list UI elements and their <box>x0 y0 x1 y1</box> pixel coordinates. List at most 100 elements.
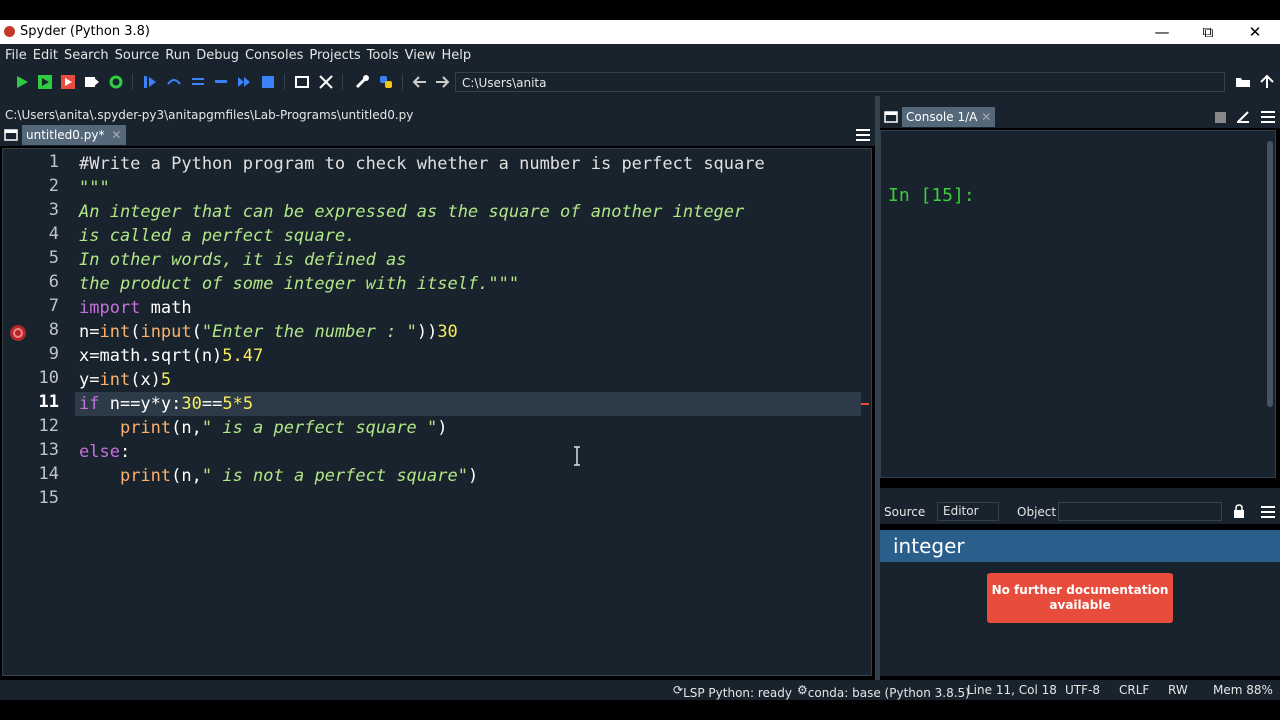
close-icon[interactable]: ✕ <box>1240 22 1270 42</box>
line-number-gutter: 1 2 3 4 5 6 7 8 9 10 11 12 13 14 15 <box>3 149 75 675</box>
console-prompt: In [15]: <box>888 185 975 206</box>
debug-icon[interactable] <box>142 74 158 90</box>
line-number: 7 <box>48 296 59 316</box>
stop-kernel-icon[interactable] <box>1215 112 1226 123</box>
step-into-icon[interactable] <box>190 74 206 90</box>
line-number: 6 <box>48 272 59 292</box>
no-documentation-notice: No further documentation available <box>987 573 1173 623</box>
source-select[interactable]: Editor <box>937 502 999 521</box>
cursor-position: Line 11, Col 18 <box>967 683 1057 697</box>
browse-folder-icon[interactable] <box>1235 74 1251 90</box>
encoding-status: UTF-8 <box>1065 683 1100 697</box>
line-number: 4 <box>48 224 59 244</box>
rerun-icon[interactable] <box>108 74 124 90</box>
line-number: 2 <box>48 176 59 196</box>
browse-tabs-icon[interactable] <box>884 110 898 124</box>
editor-tab-bar: untitled0.py* ✕ <box>0 124 875 146</box>
run-cell-icon[interactable] <box>37 74 53 90</box>
menu-edit[interactable]: Edit <box>30 44 61 68</box>
line-number: 14 <box>38 464 59 484</box>
conda-status: ⚙ conda: base (Python 3.8.5) <box>797 683 970 700</box>
tab-untitled0[interactable]: untitled0.py* ✕ <box>22 125 127 145</box>
bottom-letterbox <box>0 700 1280 720</box>
minimize-icon[interactable]: — <box>1147 22 1177 42</box>
object-label: Object <box>1017 505 1057 519</box>
menu-run[interactable]: Run <box>162 44 193 68</box>
menu-tools[interactable]: Tools <box>364 44 402 68</box>
menu-search[interactable]: Search <box>61 44 112 68</box>
editor-options-icon[interactable] <box>856 129 870 141</box>
lsp-status: ⟳ LSP Python: ready <box>673 683 792 700</box>
lock-icon[interactable] <box>1233 504 1245 518</box>
text-cursor-icon <box>574 446 580 466</box>
back-arrow-icon[interactable] <box>412 74 428 90</box>
console-scrollbar[interactable] <box>1267 141 1273 407</box>
help-heading: integer <box>880 530 1280 562</box>
tab-console-1a[interactable]: Console 1/A ✕ <box>902 107 996 127</box>
code-line-5: In other words, it is defined as <box>79 250 407 270</box>
tab-label: Console 1/A <box>906 110 978 124</box>
menu-debug[interactable]: Debug <box>193 44 242 68</box>
code-line-10: y=int(x)5 <box>79 370 172 390</box>
code-line-3: An integer that can be expressed as the … <box>79 202 745 222</box>
step-return-icon[interactable] <box>213 74 229 90</box>
pane-separator <box>880 488 1280 500</box>
code-line-14: print(n," is not a perfect square") <box>119 466 479 486</box>
source-select-value: Editor <box>943 504 979 518</box>
window-title: Spyder (Python 3.8) <box>20 24 150 39</box>
code-line-1: #Write a Python program to check whether… <box>79 154 765 174</box>
stop-debug-icon[interactable] <box>260 74 276 90</box>
help-heading-text: integer <box>893 534 965 558</box>
code-line-6: the product of some integer with itself.… <box>79 274 520 294</box>
toolbar: C:\Users\anita <box>0 68 1280 96</box>
spyder-logo-icon <box>4 26 15 37</box>
ipython-console[interactable]: In [15]: <box>880 130 1276 478</box>
parent-directory-icon[interactable] <box>1259 74 1275 90</box>
status-bar: ⟳ LSP Python: ready ⚙ conda: base (Pytho… <box>0 680 1280 700</box>
menu-file[interactable]: File <box>2 44 30 68</box>
python-path-icon[interactable] <box>378 74 394 90</box>
help-content: No further documentation available <box>880 562 1280 676</box>
preferences-wrench-icon[interactable] <box>354 74 370 90</box>
menu-bar: File Edit Search Source Run Debug Consoles Proj… <box>0 44 1280 68</box>
memory-status: Mem 88% <box>1213 683 1273 697</box>
run-cell-advance-icon[interactable] <box>60 74 76 90</box>
menu-help[interactable]: Help <box>439 44 475 68</box>
run-icon[interactable] <box>14 74 30 90</box>
code-line-7: import math <box>79 298 192 318</box>
console-tab-bar: Console 1/A ✕ <box>880 106 1280 128</box>
tab-close-icon[interactable]: ✕ <box>111 125 121 145</box>
permissions-status: RW <box>1168 683 1188 697</box>
maximize-pane-icon[interactable] <box>294 74 310 90</box>
code-line-8: n=int(input("Enter the number : "))30 <box>79 322 458 342</box>
pane-separator <box>0 96 1280 106</box>
line-number: 9 <box>48 344 59 364</box>
code-line-4: is called a perfect square. <box>79 226 356 246</box>
continue-icon[interactable] <box>236 74 252 90</box>
restore-icon[interactable]: ⧉ <box>1193 22 1223 42</box>
browse-tabs-icon[interactable] <box>4 128 18 142</box>
object-input[interactable] <box>1058 502 1222 521</box>
line-number: 3 <box>48 200 59 220</box>
console-options-icon[interactable] <box>1261 111 1275 123</box>
tab-label: untitled0.py* <box>26 128 105 142</box>
tab-close-icon[interactable]: ✕ <box>981 107 991 127</box>
clear-console-icon[interactable] <box>1236 110 1250 124</box>
help-options-icon[interactable] <box>1261 506 1275 518</box>
run-selection-icon[interactable] <box>84 74 100 90</box>
eol-status: CRLF <box>1119 683 1150 697</box>
error-marker <box>861 403 869 405</box>
menu-view[interactable]: View <box>402 44 439 68</box>
working-directory-input[interactable]: C:\Users\anita <box>455 72 1225 92</box>
line-number: 8 <box>48 320 59 340</box>
code-editor[interactable]: 1 2 3 4 5 6 7 8 9 10 11 12 13 14 15 #Wri… <box>2 148 872 676</box>
menu-source[interactable]: Source <box>112 44 163 68</box>
fullscreen-icon[interactable] <box>318 74 334 90</box>
step-icon[interactable] <box>166 74 182 90</box>
menu-consoles[interactable]: Consoles <box>242 44 306 68</box>
menu-projects[interactable]: Projects <box>306 44 363 68</box>
title-bar: Spyder (Python 3.8) — ⧉ ✕ <box>0 20 1280 44</box>
forward-arrow-icon[interactable] <box>434 74 450 90</box>
code-line-12: print(n," is a perfect square ") <box>119 418 448 438</box>
code-line-11: if n==y*y:30==5*5 <box>79 394 254 414</box>
